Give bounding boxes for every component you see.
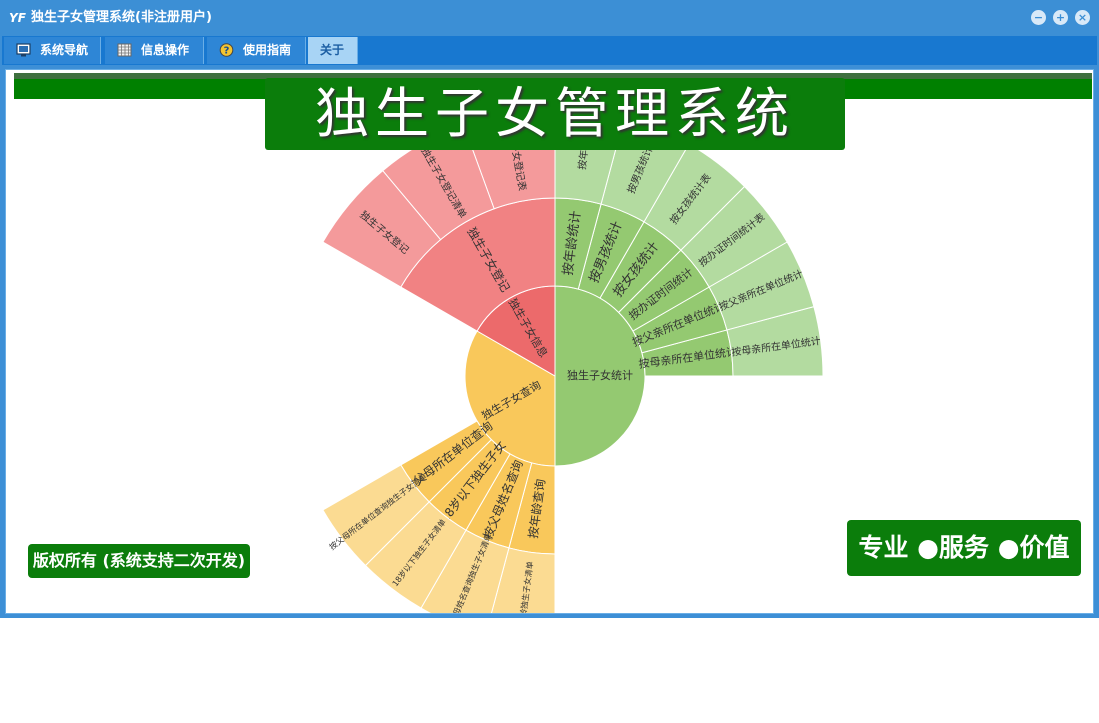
main-content: 独生子女统计 独生子女查询 独生子女信息 按母亲所在单位统计 按父亲所在单位统计 按办证时… [5,69,1094,614]
tab-label: 系统导航 [40,43,89,57]
window-title: 独生子女管理系统(非注册用户) [31,10,212,25]
menu-bar: 系统导航 信息操作 ? 使用指南 关于 [2,36,1097,65]
minimize-icon[interactable]: − [1031,10,1046,25]
copyright-label: 版权所有 (系统支持二次开发) [28,544,250,578]
help-icon: ? [219,43,234,57]
tab-label: 使用指南 [243,43,292,57]
app-logo-icon: YF [9,11,26,25]
grid-table-icon [117,43,132,57]
tab-label: 关于 [320,43,345,57]
tab-info-operation[interactable]: 信息操作 [105,37,204,64]
tab-system-navigation[interactable]: 系统导航 [4,37,101,64]
monitor-icon [16,43,31,57]
tab-label: 信息操作 [141,43,190,57]
tab-about[interactable]: 关于 [308,37,358,64]
sunburst-inner-label: 独生子女统计 [567,368,633,382]
system-title-banner: 独生子女管理系统 [265,78,845,150]
tab-user-guide[interactable]: ? 使用指南 [207,37,306,64]
close-icon[interactable]: × [1075,10,1090,25]
maximize-icon[interactable]: + [1053,10,1068,25]
slogan-badge: 专业 ●服务 ●价值 [847,520,1081,576]
svg-text:?: ? [224,46,230,57]
app-window: YF 独生子女管理系统(非注册用户) − + × 系统导航 信息操作 ? 使用指… [0,0,1099,618]
title-bar[interactable]: YF 独生子女管理系统(非注册用户) − + × [0,0,1099,36]
